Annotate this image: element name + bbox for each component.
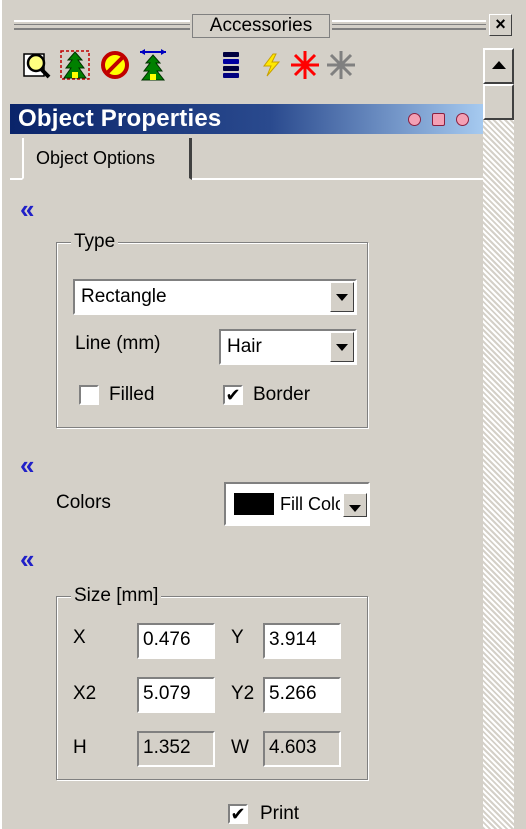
x2-field[interactable]: 5.079 [137,677,215,713]
border-checkbox[interactable]: ✔ [223,385,243,405]
colors-label: Colors [56,492,111,513]
chevron-down-icon[interactable] [330,282,354,312]
print-checkbox[interactable]: ✔ [228,804,248,824]
panel-title: Object Properties [18,105,222,132]
y-label: Y [231,627,244,648]
header-collapse-icon[interactable] [456,113,469,126]
chevron-down-icon[interactable] [343,493,367,517]
collapse-type-section[interactable]: « [20,196,34,222]
print-label: Print [260,803,300,824]
x2-label: X2 [73,683,97,704]
accessories-titlebar[interactable]: Accessories [14,14,486,38]
size-legend: Size [mm] [71,585,162,607]
border-label: Border [253,384,311,405]
color-swatch [234,493,274,515]
stack-icon[interactable] [214,48,248,82]
gray-star-icon[interactable] [324,48,358,82]
line-label: Line (mm) [75,333,161,354]
collapse-size-section[interactable]: « [20,546,34,572]
red-star-icon[interactable] [288,48,322,82]
header-pin-icon[interactable] [408,113,421,126]
accessories-window: Accessories × Object Properties Object O… [0,0,526,829]
lightning-icon[interactable] [254,48,288,82]
titlebar-grip-left [14,20,190,30]
collapse-colors-section[interactable]: « [20,452,34,478]
resize-object-icon[interactable] [136,48,170,82]
header-restore-icon[interactable] [432,113,445,126]
accessories-title: Accessories [192,14,330,38]
scroll-up-button[interactable] [483,48,514,84]
type-group: Type Rectangle Line (mm) Hair Filled ✔ B… [56,231,368,428]
text-object-icon[interactable] [58,48,92,82]
vertical-scrollbar[interactable] [483,48,514,829]
y2-label: Y2 [231,683,255,704]
y2-field[interactable]: 5.266 [263,677,341,713]
object-properties-header[interactable]: Object Properties [10,104,483,134]
fill-color-text: Fill Color [280,494,340,514]
filled-checkbox[interactable] [79,385,99,405]
line-dropdown[interactable]: Hair [219,329,357,365]
y-field[interactable]: 3.914 [263,623,341,659]
x-field[interactable]: 0.476 [137,623,215,659]
h-field: 1.352 [137,731,215,767]
size-group: Size [mm] X 0.476 Y 3.914 X2 5.079 Y2 5.… [56,585,368,780]
fill-color-dropdown[interactable]: Fill Color [224,482,370,526]
h-label: H [73,737,87,758]
x-label: X [73,627,86,648]
shape-dropdown[interactable]: Rectangle [73,279,357,315]
titlebar-grip-right [332,20,486,30]
type-legend: Type [71,231,119,253]
w-field: 4.603 [263,731,341,767]
chevron-down-icon[interactable] [330,332,354,362]
shape-value: Rectangle [81,286,167,307]
zoom-page-icon[interactable] [20,48,54,82]
tab-object-options[interactable]: Object Options [22,138,192,180]
line-value: Hair [227,336,262,357]
close-button[interactable]: × [489,14,512,36]
scroll-thumb[interactable] [483,84,514,120]
w-label: W [231,737,249,758]
no-symbol-icon[interactable] [98,48,132,82]
filled-label: Filled [109,384,155,405]
